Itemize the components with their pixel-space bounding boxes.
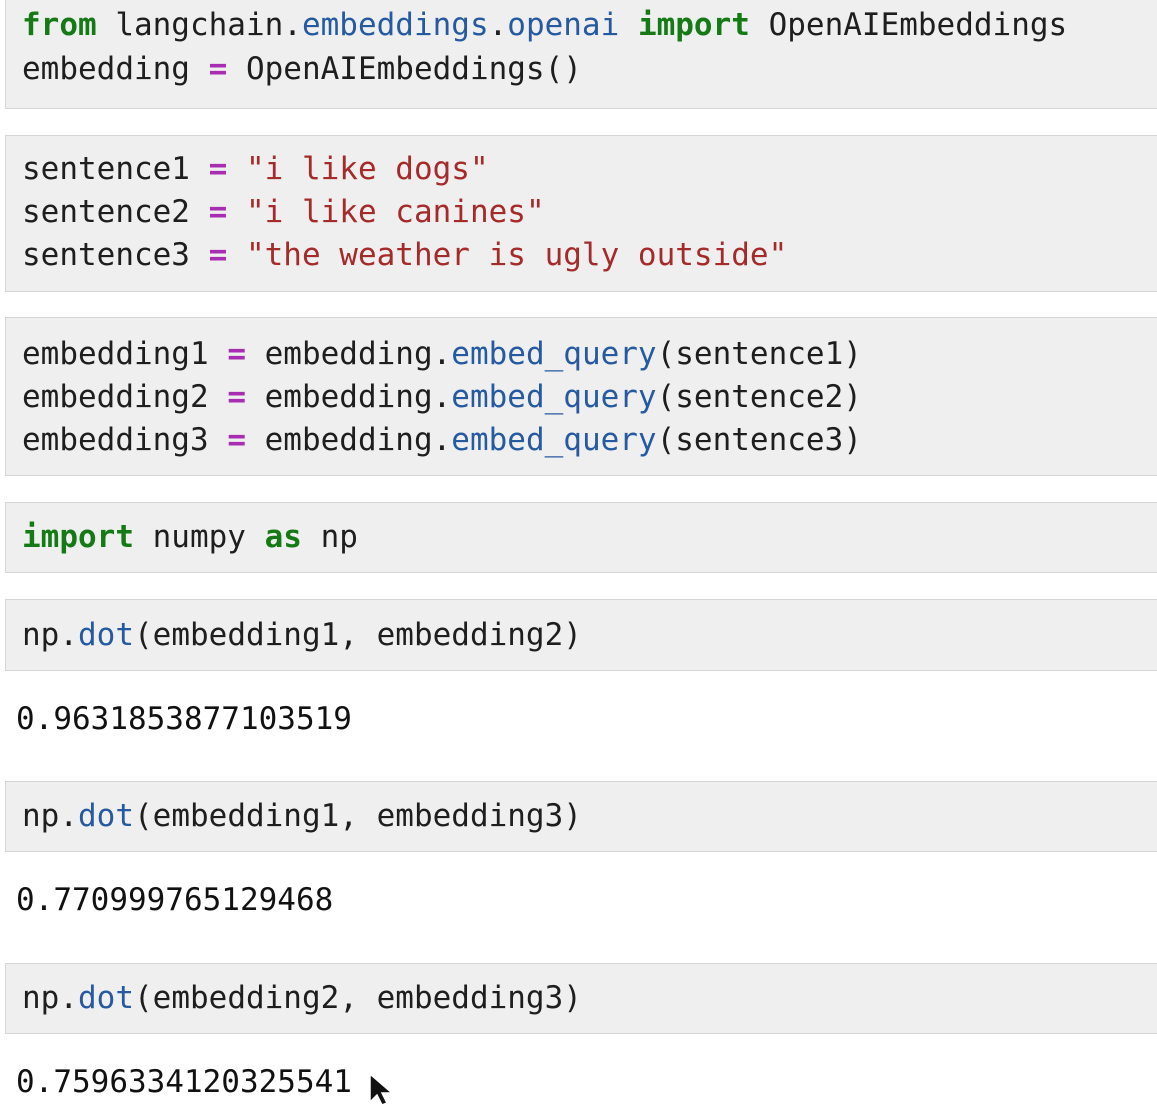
code-token: from — [22, 7, 97, 43]
code-token: dot — [78, 617, 134, 653]
code-line: embedding = OpenAIEmbeddings() — [22, 49, 582, 89]
code-token: import — [22, 519, 134, 555]
code-token: (embedding1, embedding3) — [134, 798, 582, 834]
code-cell-dot-1-3[interactable]: np.dot(embedding1, embedding3) — [5, 781, 1157, 852]
cell-output: 0.9631853877103519 — [16, 701, 352, 737]
code-token: = — [227, 336, 246, 372]
code-cell-dot-2-3[interactable]: np.dot(embedding2, embedding3) — [5, 963, 1157, 1034]
code-line: sentence2 = "i like canines" — [22, 192, 545, 232]
code-cell-sentences[interactable]: sentence1 = "i like dogs" sentence2 = "i… — [5, 135, 1157, 292]
code-token: (sentence2) — [656, 379, 862, 415]
code-token: np. — [22, 980, 78, 1016]
code-cell-dot-1-2[interactable]: np.dot(embedding1, embedding2) — [5, 599, 1157, 671]
code-token: OpenAIEmbeddings — [749, 7, 1068, 43]
code-token: embed_query — [451, 379, 657, 415]
code-line: embedding2 = embedding.embed_query(sente… — [22, 377, 862, 417]
code-token: (embedding1, embedding2) — [134, 617, 582, 653]
code-token: sentence3 — [22, 237, 209, 273]
code-token: embedding — [22, 51, 209, 87]
code-line: sentence1 = "i like dogs" — [22, 149, 489, 189]
code-token: = — [227, 422, 246, 458]
code-token: embedding2 — [22, 379, 228, 415]
cell-output: 0.770999765129468 — [16, 882, 334, 918]
code-token: dot — [78, 980, 134, 1016]
code-line: np.dot(embedding1, embedding3) — [22, 796, 582, 836]
code-token: np — [301, 519, 358, 555]
code-token: = — [208, 194, 228, 230]
mouse-pointer-icon — [369, 1072, 395, 1106]
code-token: embedding. — [245, 379, 452, 415]
code-token: embedding1 — [22, 336, 228, 372]
code-token: embeddings — [301, 7, 489, 43]
code-token: = — [208, 51, 228, 87]
code-token: sentence1 — [22, 151, 209, 187]
code-token: import — [637, 7, 750, 43]
code-token: embedding. — [245, 422, 452, 458]
code-token: = — [208, 237, 228, 273]
code-line: import numpy as np — [22, 517, 358, 557]
cell-output: 0.7596334120325541 — [16, 1064, 352, 1100]
code-token: OpenAIEmbeddings() — [227, 51, 582, 87]
code-token: "i like canines" — [245, 194, 545, 230]
code-line: sentence3 = "the weather is ugly outside… — [22, 235, 787, 275]
code-token: (sentence3) — [656, 422, 862, 458]
code-token: embed_query — [451, 422, 657, 458]
code-token: . — [488, 7, 508, 43]
code-token: "i like dogs" — [245, 151, 489, 187]
code-token: numpy — [133, 519, 265, 555]
code-line: embedding1 = embedding.embed_query(sente… — [22, 334, 862, 374]
code-token: dot — [78, 798, 134, 834]
code-line: embedding3 = embedding.embed_query(sente… — [22, 420, 862, 460]
code-line: np.dot(embedding2, embedding3) — [22, 978, 582, 1018]
code-token: sentence2 — [22, 194, 209, 230]
code-token: "the weather is ugly outside" — [245, 237, 788, 273]
code-token: (embedding2, embedding3) — [134, 980, 582, 1016]
code-cell-import-embeddings[interactable]: from langchain.embeddings.openai import … — [5, 0, 1157, 109]
code-token: . — [283, 7, 302, 43]
code-token: = — [208, 151, 228, 187]
code-cell-embed-queries[interactable]: embedding1 = embedding.embed_query(sente… — [5, 317, 1157, 476]
code-token: np. — [22, 617, 78, 653]
code-token: embedding3 — [22, 422, 228, 458]
code-token: np. — [22, 798, 78, 834]
code-token: embedding. — [245, 336, 452, 372]
code-token: openai — [507, 7, 620, 43]
code-token: as — [264, 519, 302, 555]
code-token: (sentence1) — [656, 336, 862, 372]
code-token: langchain — [96, 7, 284, 43]
code-token: = — [227, 379, 246, 415]
code-line: from langchain.embeddings.openai import … — [22, 5, 1067, 45]
code-cell-import-numpy[interactable]: import numpy as np — [5, 502, 1157, 573]
code-line: np.dot(embedding1, embedding2) — [22, 615, 582, 655]
code-token: embed_query — [451, 336, 657, 372]
